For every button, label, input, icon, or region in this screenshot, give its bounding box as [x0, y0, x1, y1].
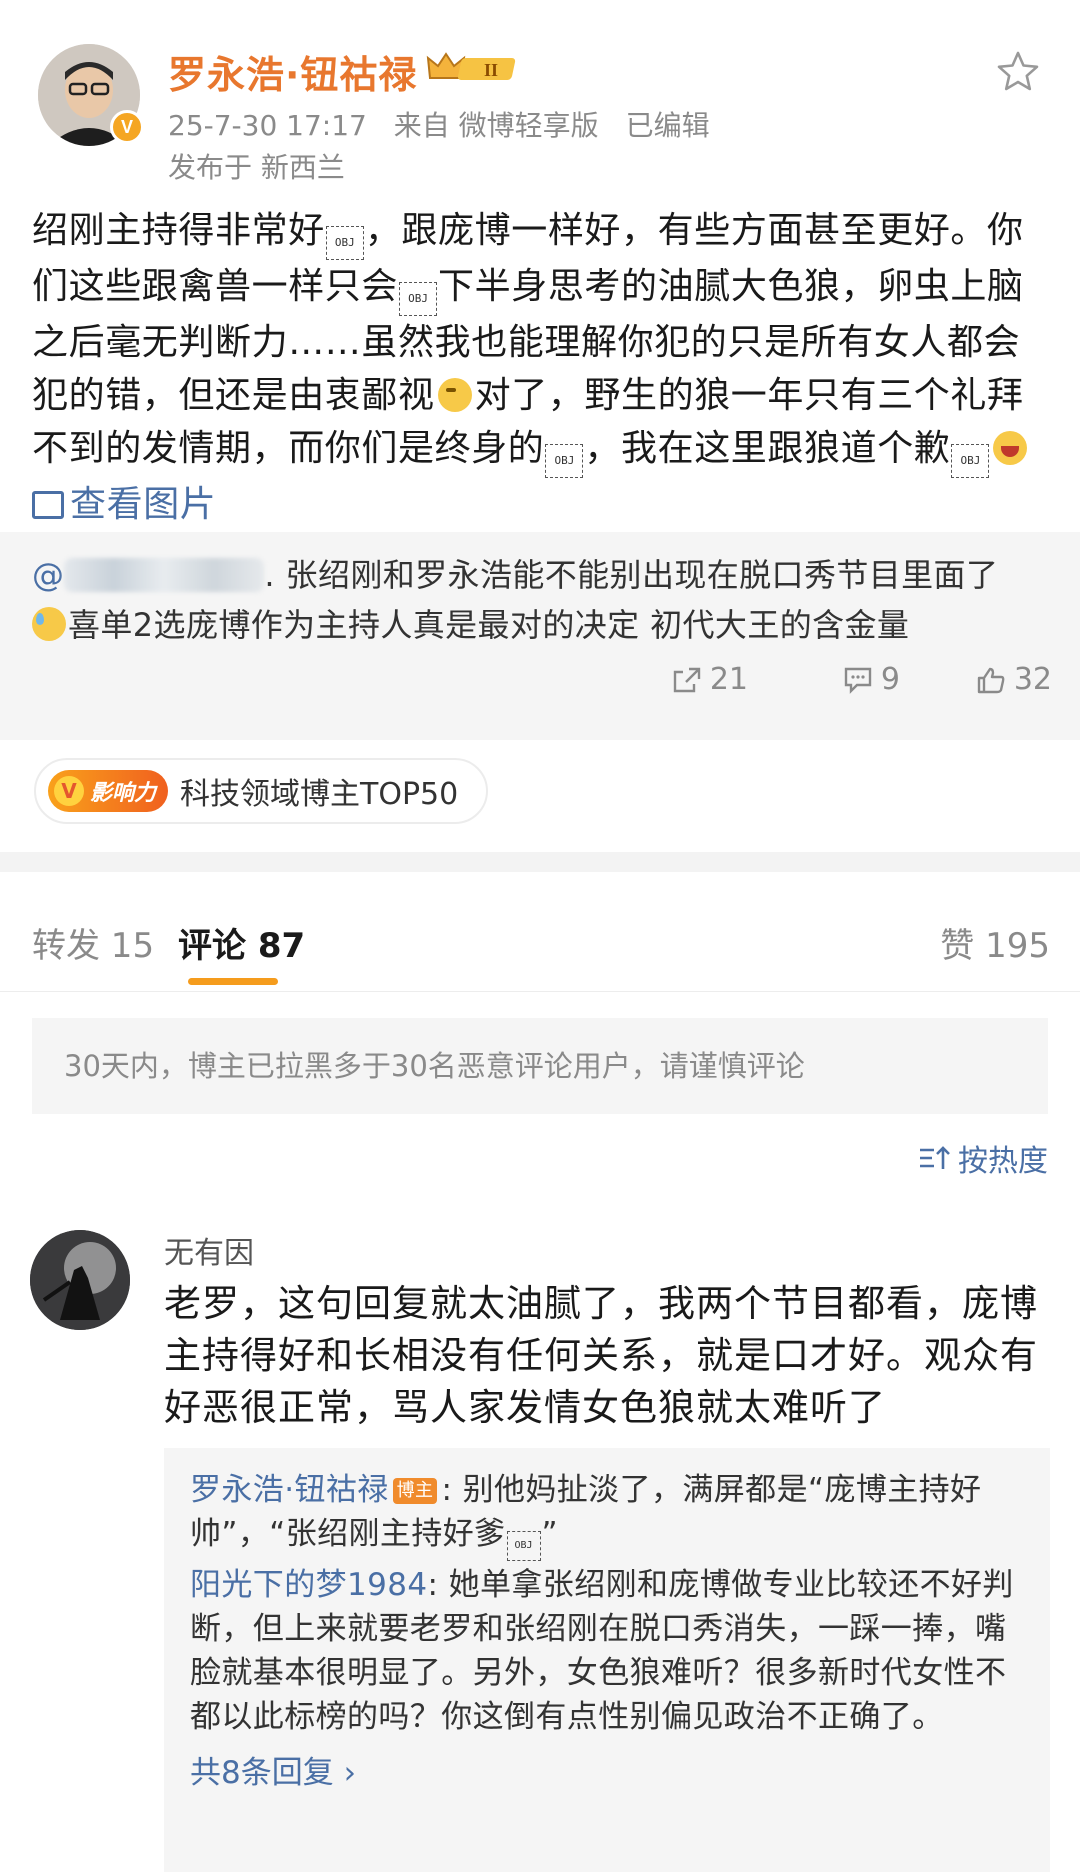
obj-placeholder-icon: OBJ — [325, 226, 364, 260]
repost-mention[interactable]: @ — [32, 556, 64, 594]
sweat-emoji-icon — [32, 607, 66, 641]
reply-item: 罗永浩·钮祜禄 博主: 别他妈扯淡了，满屏都是“庞博主持好帅”，“张绍刚主持好爹 O… — [190, 1468, 1024, 1561]
tab-comment[interactable]: 评论 87 — [178, 918, 305, 967]
verified-v-icon: V — [110, 110, 144, 144]
section-divider — [0, 852, 1080, 872]
post-text-1: 绍刚主持得非常好 — [32, 210, 325, 251]
post-edited[interactable]: 已编辑 — [626, 109, 710, 142]
influence-badge[interactable]: V 影响力 科技领域博主TOP50 — [34, 758, 489, 824]
sort-by-hot-button[interactable]: 按热度 — [918, 1136, 1048, 1180]
post-source[interactable]: 来自 微博轻享版 — [394, 109, 599, 142]
post-body: 绍刚主持得非常好 OBJ ，跟庞博一样好，有些方面甚至更好。你们这些跟禽兽一样只会 O… — [32, 204, 1048, 531]
author-avatar[interactable]: V — [38, 44, 144, 146]
view-pictures-link[interactable]: 查看图片 — [32, 484, 216, 525]
sort-label: 按热度 — [958, 1144, 1048, 1179]
more-replies-link[interactable]: 共8条回复 › — [190, 1747, 1024, 1792]
picture-icon — [32, 491, 64, 519]
reply-item: 阳光下的梦1984: 她单拿张绍刚和庞博做专业比较还不好判断，但上来就要老罗和张… — [190, 1563, 1024, 1739]
tab-like[interactable]: 赞 195 — [940, 918, 1050, 967]
post-header: V 罗永浩·钮祜禄 II 25-7-30 17:17 来自 微博轻享版 已编辑 … — [0, 0, 1080, 190]
blurred-username — [64, 558, 265, 592]
sort-icon — [920, 1146, 950, 1169]
post-meta: 25-7-30 17:17 来自 微博轻享版 已编辑 — [168, 104, 728, 144]
repost-text: @ . 张绍刚和罗永浩能不能别出现在脱口秀节目里面了 喜单2选庞博作为主持人真是最… — [32, 550, 1052, 650]
comment-count: 9 — [880, 662, 900, 697]
crown-level-icon[interactable]: II — [424, 48, 524, 88]
block-notice: 30天内，博主已拉黑多于30名恶意评论用户，请谨慎评论 — [32, 1018, 1048, 1114]
post-location: 发布于 新西兰 — [168, 151, 345, 184]
obj-placeholder-icon: OBJ — [951, 444, 990, 478]
share-button[interactable]: 21 — [596, 662, 748, 697]
influence-tag: V 影响力 — [48, 770, 169, 812]
repost-stats: 21 9 32 — [596, 662, 1052, 697]
view-pictures-label: 查看图片 — [70, 484, 217, 525]
replies-box[interactable]: 罗永浩·钮祜禄 博主: 别他妈扯淡了，满屏都是“庞博主持好帅”，“张绍刚主持好爹 O… — [164, 1448, 1050, 1872]
post-text-5: ，我在这里跟狼道个歉 — [584, 428, 951, 469]
commenter-name[interactable]: 无有因 — [164, 1228, 254, 1272]
share-count: 21 — [709, 662, 748, 697]
author-badge: 博主 — [392, 1478, 438, 1504]
reply-author[interactable]: 阳光下的梦1984 — [190, 1567, 428, 1603]
influence-v-icon: V — [54, 776, 84, 806]
thinking-emoji-icon — [437, 378, 472, 412]
influence-text: 科技领域博主TOP50 — [180, 777, 459, 812]
reply-text-b: ” — [541, 1516, 558, 1552]
comment-icon — [844, 667, 872, 694]
author-name[interactable]: 罗永浩·钮祜禄 — [168, 44, 417, 99]
repost-text-a: . 张绍刚和罗永浩能不能别出现在脱口秀节目里面了 — [264, 556, 999, 594]
obj-placeholder-icon: OBJ — [545, 444, 584, 478]
like-button[interactable]: 32 — [900, 662, 1052, 697]
like-count: 32 — [1013, 662, 1052, 697]
obj-placeholder-icon: OBJ — [399, 282, 438, 316]
repost-box[interactable]: @ . 张绍刚和罗永浩能不能别出现在脱口秀节目里面了 喜单2选庞博作为主持人真是最… — [0, 532, 1080, 740]
interaction-tabs: 转发 15 评论 87 赞 195 — [0, 900, 1080, 992]
repost-text-b: 喜单2选庞博作为主持人真是最对的决定 初代大王的含金量 — [68, 606, 910, 644]
star-icon[interactable] — [994, 48, 1042, 96]
active-tab-indicator — [188, 978, 278, 985]
influence-tag-label: 影响力 — [90, 781, 157, 806]
commenter-avatar[interactable] — [30, 1230, 130, 1330]
post-timestamp: 25-7-30 17:17 — [168, 109, 367, 142]
share-icon — [673, 667, 701, 692]
laughing-emoji-icon — [993, 431, 1028, 465]
comment-button[interactable]: 9 — [748, 662, 900, 697]
level-badge-text: II — [484, 60, 498, 80]
reply-author[interactable]: 罗永浩·钮祜禄 — [190, 1472, 389, 1508]
tab-repost[interactable]: 转发 15 — [32, 918, 154, 967]
thumbs-up-icon — [977, 667, 1005, 693]
comment-text: 老罗，这句回复就太油腻了，我两个节目都看，庞博主持得好和长相没有任何关系，就是口… — [164, 1282, 1038, 1429]
obj-placeholder-icon: OBJ — [506, 1531, 541, 1561]
